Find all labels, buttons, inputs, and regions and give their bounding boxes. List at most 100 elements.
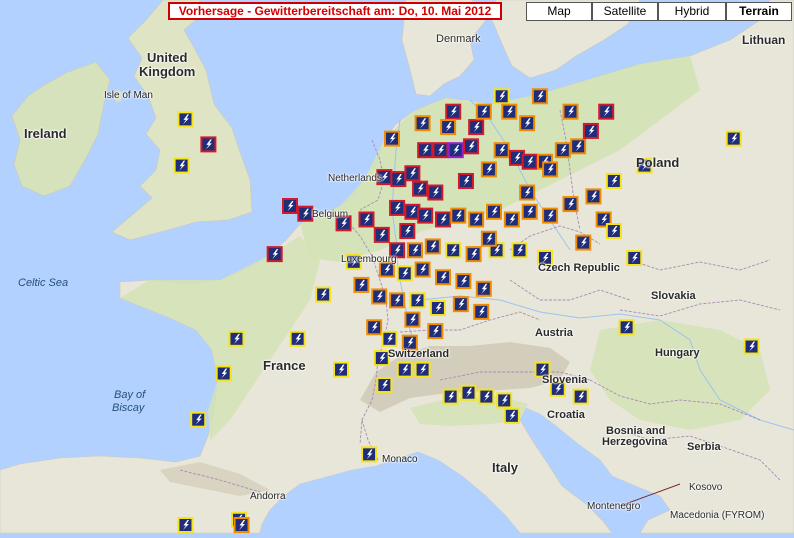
storm-marker[interactable] — [266, 246, 283, 263]
storm-marker[interactable] — [493, 88, 510, 105]
storm-marker[interactable] — [521, 203, 538, 220]
storm-marker[interactable] — [468, 211, 485, 228]
storm-marker[interactable] — [409, 292, 426, 309]
storm-marker[interactable] — [503, 211, 520, 228]
storm-marker[interactable] — [389, 199, 406, 216]
storm-marker[interactable] — [605, 223, 622, 240]
storm-marker[interactable] — [190, 411, 207, 428]
storm-marker[interactable] — [511, 242, 528, 259]
storm-marker[interactable] — [373, 350, 390, 367]
storm-marker[interactable] — [542, 207, 559, 224]
storm-marker[interactable] — [404, 311, 421, 328]
storm-marker[interactable] — [361, 446, 378, 463]
storm-marker[interactable] — [531, 88, 548, 105]
storm-marker[interactable] — [427, 184, 444, 201]
storm-marker[interactable] — [177, 111, 194, 128]
storm-marker[interactable] — [432, 142, 449, 159]
storm-marker[interactable] — [605, 172, 622, 189]
storm-marker[interactable] — [173, 157, 190, 174]
storm-marker[interactable] — [424, 238, 441, 255]
storm-marker[interactable] — [414, 361, 431, 378]
storm-marker[interactable] — [442, 388, 459, 405]
storm-marker[interactable] — [455, 273, 472, 290]
storm-marker[interactable] — [289, 330, 306, 347]
storm-marker[interactable] — [618, 319, 635, 336]
storm-marker[interactable] — [333, 361, 349, 378]
map-type-terrain-button[interactable]: Terrain — [726, 2, 792, 21]
storm-marker[interactable] — [463, 138, 480, 155]
map-type-satellite-button[interactable]: Satellite — [592, 2, 658, 21]
storm-marker[interactable] — [486, 203, 502, 220]
storm-marker[interactable] — [215, 365, 232, 382]
storm-marker[interactable] — [473, 303, 490, 320]
storm-marker[interactable] — [519, 115, 536, 132]
storm-marker[interactable] — [457, 172, 474, 189]
storm-marker[interactable] — [447, 142, 464, 159]
storm-marker[interactable] — [435, 211, 451, 228]
storm-marker[interactable] — [404, 165, 421, 182]
storm-marker[interactable] — [282, 198, 298, 214]
storm-marker[interactable] — [297, 205, 314, 222]
storm-marker[interactable] — [389, 292, 406, 309]
storm-marker[interactable] — [373, 226, 390, 243]
storm-marker[interactable] — [562, 196, 579, 213]
storm-marker[interactable] — [582, 122, 599, 139]
storm-marker[interactable] — [429, 300, 446, 317]
storm-marker[interactable] — [177, 517, 194, 533]
storm-marker[interactable] — [427, 323, 444, 340]
storm-marker[interactable] — [572, 388, 589, 405]
storm-marker[interactable] — [450, 207, 467, 224]
storm-marker[interactable] — [503, 407, 520, 424]
storm-marker[interactable] — [414, 115, 431, 132]
storm-marker[interactable] — [468, 119, 485, 136]
storm-marker[interactable] — [353, 276, 370, 293]
storm-marker[interactable] — [315, 286, 332, 303]
storm-marker[interactable] — [542, 161, 559, 178]
storm-marker[interactable] — [496, 392, 513, 409]
storm-marker[interactable] — [570, 138, 587, 155]
storm-marker[interactable] — [575, 234, 592, 251]
storm-marker[interactable] — [412, 180, 429, 197]
storm-marker[interactable] — [228, 330, 245, 347]
storm-marker[interactable] — [445, 242, 462, 259]
storm-marker[interactable] — [465, 246, 482, 263]
storm-marker[interactable] — [598, 103, 615, 120]
storm-marker[interactable] — [406, 242, 423, 259]
storm-marker[interactable] — [384, 130, 400, 147]
storm-marker[interactable] — [440, 119, 457, 136]
storm-marker[interactable] — [381, 330, 398, 347]
storm-marker[interactable] — [445, 103, 462, 120]
storm-marker[interactable] — [452, 296, 469, 313]
map-type-map-button[interactable]: Map — [526, 2, 592, 21]
storm-marker[interactable] — [200, 136, 217, 153]
storm-marker[interactable] — [480, 161, 497, 178]
storm-marker[interactable] — [435, 269, 451, 286]
storm-marker[interactable] — [478, 388, 495, 405]
storm-marker[interactable] — [414, 261, 431, 278]
storm-marker[interactable] — [480, 230, 497, 247]
storm-marker[interactable] — [417, 207, 434, 224]
storm-marker[interactable] — [233, 517, 250, 533]
storm-marker[interactable] — [396, 265, 413, 282]
storm-marker[interactable] — [521, 153, 538, 170]
storm-marker[interactable] — [519, 184, 536, 201]
storm-marker[interactable] — [460, 384, 477, 401]
storm-marker[interactable] — [501, 103, 518, 120]
storm-marker[interactable] — [399, 223, 416, 240]
storm-marker[interactable] — [585, 188, 602, 205]
storm-marker[interactable] — [475, 280, 492, 297]
storm-marker[interactable] — [417, 142, 434, 159]
storm-marker[interactable] — [358, 211, 375, 228]
storm-marker[interactable] — [475, 103, 492, 120]
storm-marker[interactable] — [562, 103, 579, 120]
storm-marker[interactable] — [626, 249, 643, 266]
map-type-hybrid-button[interactable]: Hybrid — [658, 2, 726, 21]
storm-marker[interactable] — [554, 142, 571, 159]
storm-marker[interactable] — [390, 171, 407, 188]
storm-marker[interactable] — [493, 142, 510, 159]
map-container[interactable]: Denmark Lithuan United Kingdom Isle of M… — [0, 0, 794, 534]
storm-marker[interactable] — [396, 361, 413, 378]
storm-marker[interactable] — [725, 130, 742, 147]
storm-marker[interactable] — [371, 288, 388, 305]
storm-marker[interactable] — [743, 338, 760, 355]
